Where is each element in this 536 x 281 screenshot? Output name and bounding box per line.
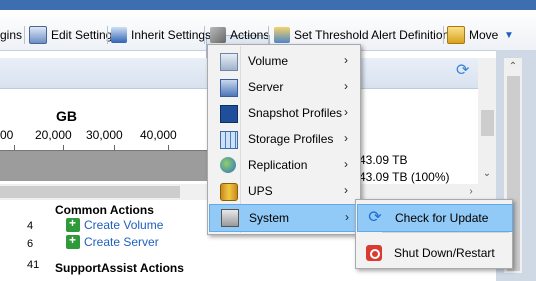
horizontal-scrollbar-thumb[interactable] [0, 186, 180, 198]
check-update-icon: ⟳ [368, 209, 382, 226]
submenu-arrow-icon: › [344, 79, 348, 93]
toolbar-separator [443, 26, 444, 44]
menu-item-ups[interactable]: UPS › [209, 179, 359, 203]
storage-profiles-icon [220, 131, 238, 149]
toolbar-separator [204, 26, 205, 44]
common-actions-title: Common Actions [55, 203, 154, 217]
menu-item-server[interactable]: Server › [209, 75, 359, 99]
chevron-down-icon[interactable]: ▼ [504, 30, 514, 41]
toolbar-separator [107, 26, 108, 44]
submenu-arrow-icon: › [344, 157, 348, 171]
system-submenu: ⟳ Check for Update Shut Down/Restart [355, 199, 513, 269]
move-button[interactable]: Move [447, 26, 498, 44]
submenu-arrow-icon: › [344, 105, 348, 119]
submenu-arrow-icon: › [345, 210, 349, 224]
menu-item-storage-profiles[interactable]: Storage Profiles › [209, 127, 359, 151]
ups-icon [220, 183, 238, 201]
scroll-up-icon[interactable]: ⌃ [506, 60, 520, 74]
menu-item-check-for-update[interactable]: ⟳ Check for Update [357, 204, 513, 232]
vertical-scrollbar-thumb[interactable] [481, 110, 494, 136]
submenu-separator [382, 232, 509, 233]
snapshot-profiles-icon [220, 105, 238, 123]
count-value: 4 [27, 220, 34, 232]
edit-settings-icon [29, 26, 47, 44]
axis-unit-label: GB [56, 108, 77, 124]
create-volume-link[interactable]: Create Volume [66, 216, 163, 232]
volume-icon [220, 53, 238, 71]
toolbar-separator [268, 26, 269, 44]
capacity-value-percent: 43.09 TB (100%) [359, 170, 450, 184]
menu-item-replication[interactable]: Replication › [209, 153, 359, 177]
set-threshold-alert-button[interactable]: Set Threshold Alert Definitions [274, 26, 455, 44]
count-value: 6 [27, 238, 34, 250]
inherit-settings-button[interactable]: Inherit Settings [111, 26, 211, 44]
refresh-icon[interactable]: ⟳ [456, 63, 472, 79]
create-server-link[interactable]: Create Server [66, 233, 159, 249]
scroll-down-icon[interactable]: ⌄ [480, 167, 494, 181]
axis-tick-label: 40,000 [140, 128, 177, 142]
axis-tick-label: 30,000 [86, 128, 123, 142]
window-top-strip [0, 0, 536, 10]
submenu-arrow-icon: › [344, 53, 348, 67]
scroll-right-icon[interactable]: › [464, 185, 478, 199]
create-volume-icon [66, 216, 80, 232]
replication-icon [220, 157, 236, 173]
menu-item-snapshot-profiles[interactable]: Snapshot Profiles › [209, 101, 359, 125]
actions-button[interactable]: Actions [210, 26, 269, 44]
menu-item-shut-down-restart[interactable]: Shut Down/Restart [357, 240, 511, 266]
count-value: 41 [27, 259, 40, 271]
edit-settings-button[interactable]: Edit Settings [29, 26, 118, 44]
submenu-arrow-icon: › [344, 131, 348, 145]
move-folder-icon [447, 26, 465, 44]
shutdown-restart-icon [366, 245, 382, 261]
axis-tick-label: 00 [0, 128, 14, 142]
menu-item-system[interactable]: System › [209, 204, 361, 232]
capacity-value: 43.09 TB [359, 153, 408, 167]
toolbar-separator [24, 26, 25, 44]
actions-tools-icon [210, 27, 226, 43]
menu-item-volume[interactable]: Volume › [209, 49, 359, 73]
create-server-icon [66, 233, 80, 249]
server-icon [220, 79, 238, 97]
plugins-button[interactable]: gins [0, 26, 22, 44]
submenu-arrow-icon: › [344, 183, 348, 197]
axis-tick-label: 20,000 [35, 128, 72, 142]
supportassist-actions-title: SupportAssist Actions [55, 261, 184, 275]
actions-menu: Volume › Server › Snapshot Profiles › St… [207, 44, 361, 235]
system-icon [221, 209, 239, 227]
inherit-settings-icon [111, 27, 127, 43]
threshold-alert-icon [274, 27, 290, 43]
